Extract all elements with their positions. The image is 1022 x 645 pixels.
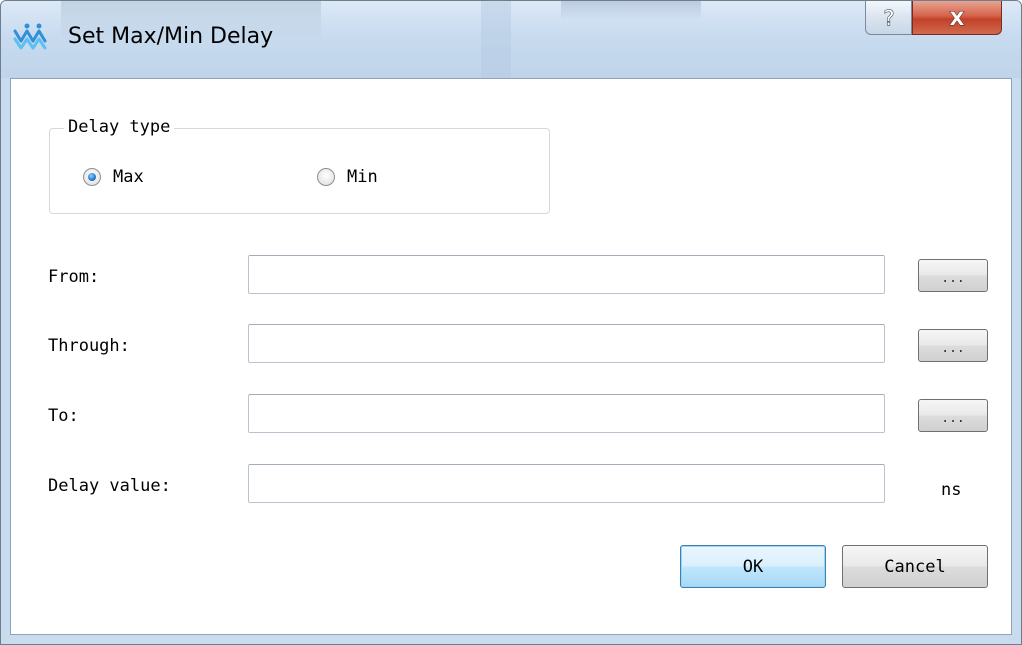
from-label: From: <box>48 267 100 287</box>
to-input[interactable] <box>248 394 885 433</box>
background-blur <box>561 1 701 21</box>
help-button[interactable]: ? <box>865 1 912 35</box>
radio-max-label[interactable]: Max <box>113 167 144 187</box>
delay-unit-label: ns <box>941 480 962 500</box>
radio-min[interactable]: Min <box>317 166 378 188</box>
radio-min-indicator[interactable] <box>317 168 335 186</box>
from-input[interactable] <box>248 255 885 294</box>
gowin-logo-icon <box>13 23 47 50</box>
dialog-content: Delay type Max Min From: ... Through: ..… <box>10 78 1012 635</box>
svg-text:X: X <box>950 8 965 28</box>
background-blur <box>481 1 511 78</box>
to-browse-button[interactable]: ... <box>918 399 988 432</box>
radio-max-indicator[interactable] <box>83 168 101 186</box>
from-browse-button[interactable]: ... <box>918 259 988 292</box>
window-title: Set Max/Min Delay <box>68 24 274 49</box>
through-label: Through: <box>48 336 130 356</box>
dialog-window: Set Max/Min Delay ? X Delay type Max Min <box>0 0 1022 645</box>
radio-min-label[interactable]: Min <box>347 167 378 187</box>
ok-button[interactable]: OK <box>680 545 826 588</box>
delay-type-group-label: Delay type <box>64 116 175 138</box>
cancel-button[interactable]: Cancel <box>842 545 988 588</box>
radio-max[interactable]: Max <box>83 166 144 188</box>
delay-type-group: Delay type Max Min <box>49 116 550 214</box>
to-label: To: <box>48 406 79 426</box>
title-bar[interactable]: Set Max/Min Delay ? X <box>1 1 1021 78</box>
close-button[interactable]: X <box>912 1 1002 35</box>
delay-value-label: Delay value: <box>48 476 171 496</box>
close-x-icon: X <box>949 8 965 28</box>
delay-value-input[interactable] <box>248 464 885 503</box>
svg-text:?: ? <box>883 6 894 30</box>
question-mark-icon: ? <box>883 6 895 30</box>
through-input[interactable] <box>248 324 885 363</box>
through-browse-button[interactable]: ... <box>918 329 988 362</box>
